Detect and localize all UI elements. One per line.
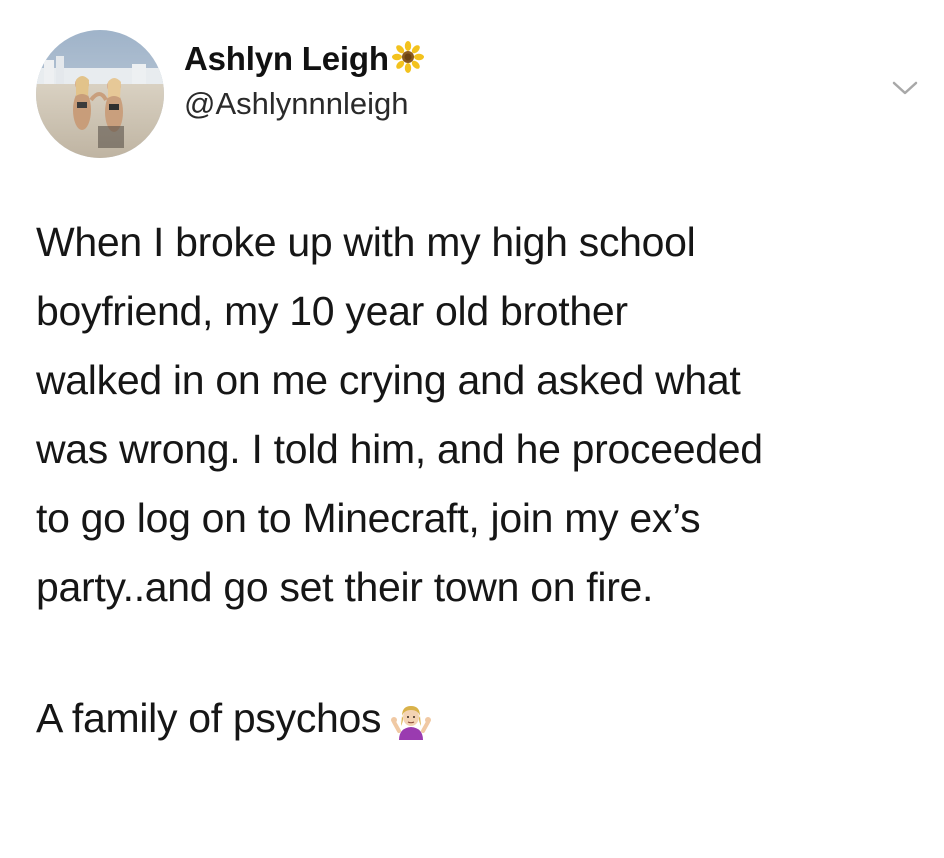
author-display-name[interactable]: Ashlyn Leigh xyxy=(184,36,389,82)
sunflower-icon xyxy=(391,41,424,73)
person-shrugging-icon xyxy=(391,705,432,740)
tweet-body-line: walked in on me crying and asked what xyxy=(36,357,741,403)
tweet-body-line: boyfriend, my 10 year old brother xyxy=(36,288,628,334)
closing-text: A family of psychos xyxy=(36,695,382,741)
tweet-body: When I broke up with my high school boyf… xyxy=(36,208,936,622)
author-handle[interactable]: @Ashlynnnleigh xyxy=(184,84,424,124)
tweet-closing-line: A family of psychos xyxy=(36,684,432,753)
tweet-body-line: When I broke up with my high school xyxy=(36,219,696,265)
tweet-card: Ashlyn Leigh @Ashlynnnleigh When I broke… xyxy=(0,0,944,858)
beach-photo-avatar-icon xyxy=(36,30,164,158)
author-info: Ashlyn Leigh @Ashlynnnleigh xyxy=(184,36,424,124)
tweet-body-line: party..and go set their town on fire. xyxy=(36,564,654,610)
tweet-body-line: was wrong. I told him, and he proceeded xyxy=(36,426,763,472)
author-avatar[interactable] xyxy=(36,30,164,158)
display-name-row: Ashlyn Leigh xyxy=(184,36,424,82)
tweet-body-line: to go log on to Minecraft, join my ex’s xyxy=(36,495,701,541)
chevron-down-icon[interactable] xyxy=(888,76,922,100)
